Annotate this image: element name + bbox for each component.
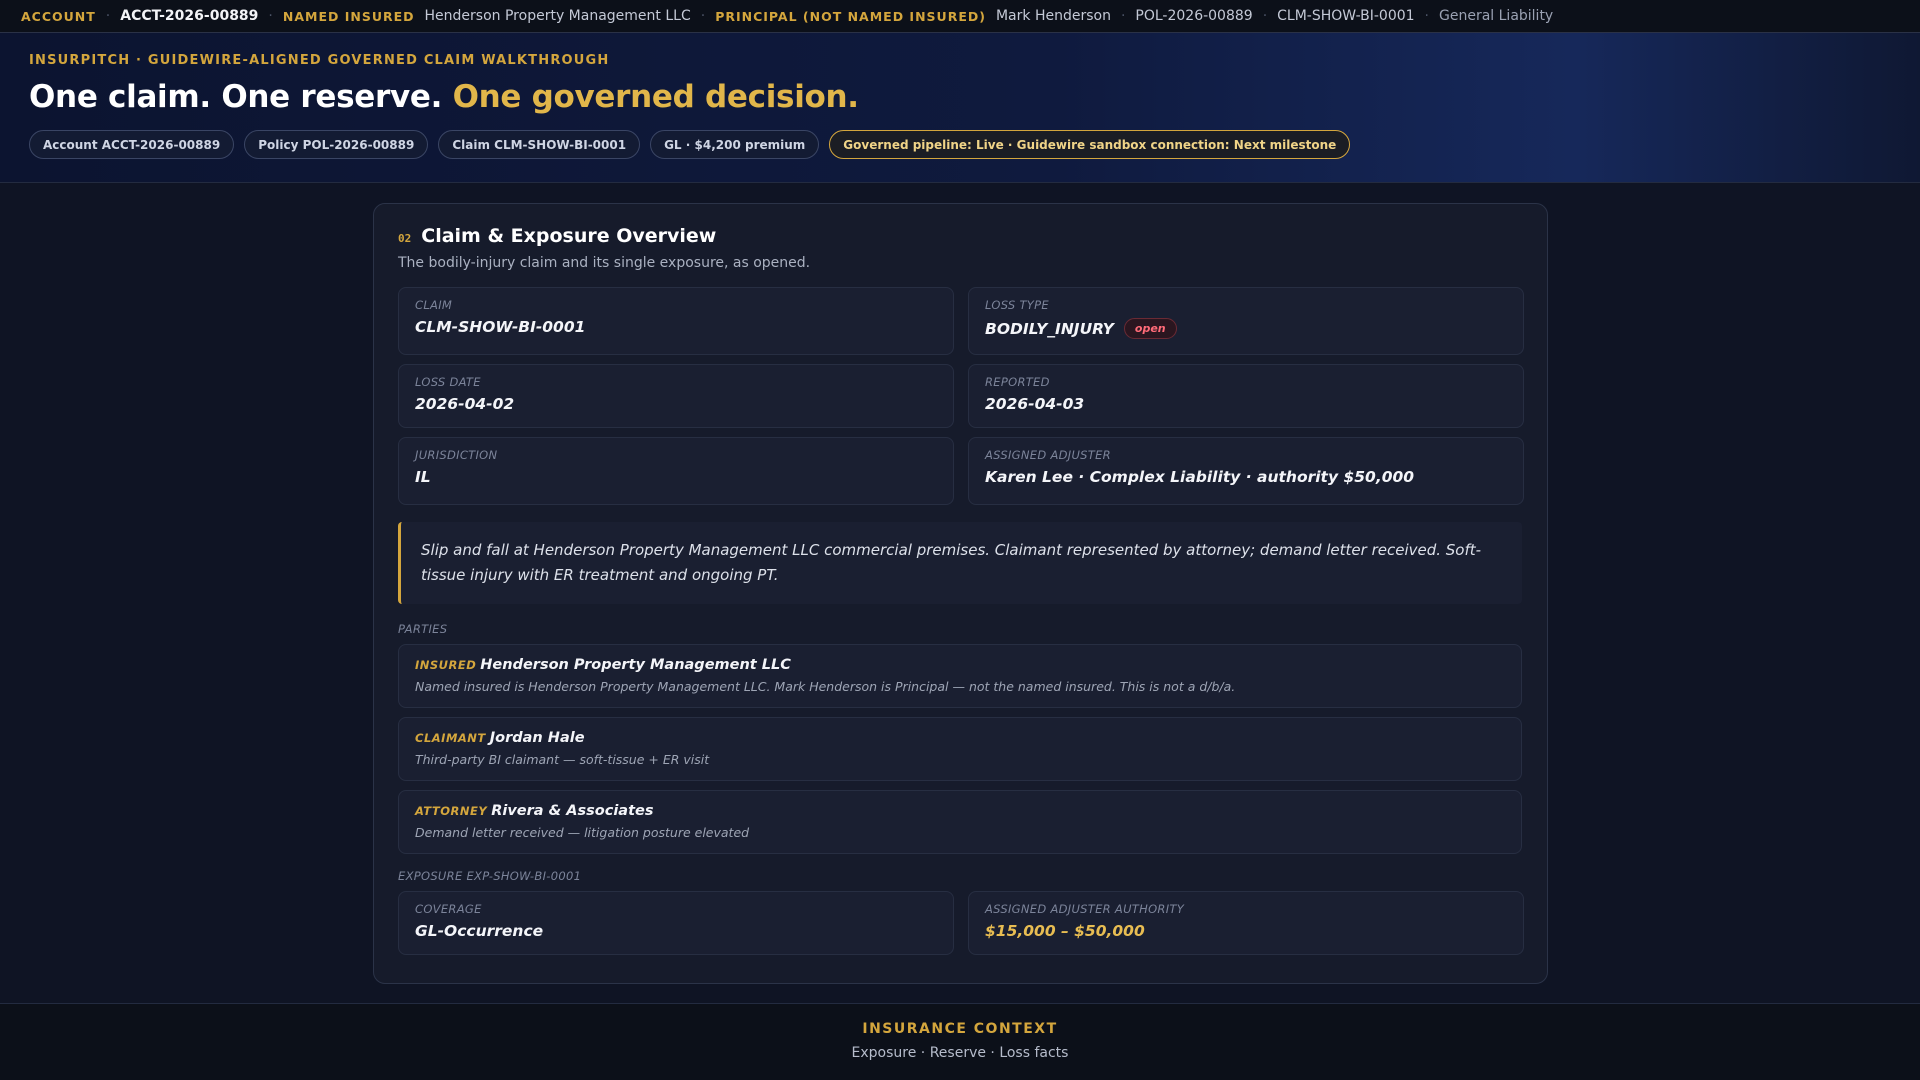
party-description: Named insured is Henderson Property Mana… (415, 679, 1236, 694)
main-content: 02 Claim & Exposure Overview The bodily-… (0, 183, 1920, 1003)
party-attorney: ATTORNEY Rivera & Associates Demand lette… (398, 790, 1522, 854)
hero-banner: INSURPITCH · GUIDEWIRE-ALIGNED GOVERNED … (0, 33, 1920, 183)
policy-number: POL-2026-00889 (1135, 8, 1253, 24)
field-label: REPORTED (985, 375, 1050, 389)
field-value: Karen Lee · Complex Liability · authorit… (985, 468, 1507, 486)
context-chips: Account ACCT-2026-00889 Policy POL-2026-… (29, 130, 1891, 159)
party-line: CLAIMANT Jordan Hale (415, 730, 1505, 746)
field-label: LOSS DATE (415, 375, 481, 389)
account-label: ACCOUNT (21, 8, 96, 24)
field-value: GL-Occurrence (415, 922, 937, 940)
party-claimant: CLAIMANT Jordan Hale Third-party BI claim… (398, 717, 1522, 781)
claim-id: CLM-SHOW-BI-0001 (415, 318, 586, 336)
party-role: ATTORNEY (415, 804, 488, 818)
party-line: INSURED Henderson Property Management LLC (415, 657, 1505, 673)
authority-value: $15,000 – $50,000 (985, 922, 1145, 940)
principal-value: Mark Henderson (995, 8, 1111, 24)
hero-eyebrow: INSURPITCH · GUIDEWIRE-ALIGNED GOVERNED … (29, 53, 610, 68)
field-label: ASSIGNED ADJUSTER (985, 448, 1111, 462)
named-insured-value: Henderson Property Management LLC (424, 8, 691, 24)
reported-value: 2026-04-03 (985, 395, 1085, 413)
title-main: One claim. One reserve. (29, 79, 443, 115)
loss-summary: Slip and fall at Henderson Property Mana… (398, 522, 1522, 604)
title-accent: One governed decision. (452, 79, 859, 115)
claim-overview-card: 02 Claim & Exposure Overview The bodily-… (373, 203, 1548, 984)
field-value: IL (415, 468, 937, 486)
field-label: LOSS TYPE (985, 298, 1049, 312)
party-description: Third-party BI claimant — soft-tissue + … (415, 752, 710, 767)
party-line: ATTORNEY Rivera & Associates (415, 803, 1505, 819)
party-name: Jordan Hale (489, 730, 585, 746)
claim-number: CLM-SHOW-BI-0001 (1277, 8, 1415, 24)
footer-subtitle: Exposure · Reserve · Loss facts (851, 1045, 1069, 1061)
chip-policy: Policy POL-2026-00889 (244, 130, 429, 159)
section-subtitle: The bodily-injury claim and its single e… (398, 255, 811, 271)
claim-field: CLAIM CLM-SHOW-BI-0001 (398, 287, 954, 355)
adjuster-value: Karen Lee · Complex Liability · authorit… (985, 468, 1415, 486)
loss-date-field: LOSS DATE 2026-04-02 (398, 364, 954, 428)
chip-claim: Claim CLM-SHOW-BI-0001 (438, 130, 641, 159)
section-title: Claim & Exposure Overview (421, 225, 717, 247)
exposure-grid: COVERAGE GL-Occurrence ASSIGNED ADJUSTER… (398, 891, 1524, 964)
page-title: One claim. One reserve. One governed dec… (29, 79, 1891, 115)
authority-field: ASSIGNED ADJUSTER AUTHORITY $15,000 – $5… (968, 891, 1524, 955)
line-of-business: General Liability (1439, 8, 1554, 24)
loss-type-value: BODILY_INJURY (985, 319, 1114, 338)
coverage-value: GL-Occurrence (415, 922, 544, 940)
field-value: CLM-SHOW-BI-0001 (415, 318, 937, 336)
coverage-field: COVERAGE GL-Occurrence (398, 891, 954, 955)
account-value: ACCT-2026-00889 (120, 8, 259, 24)
parties-label: PARTIES (398, 622, 448, 636)
footer-title: INSURANCE CONTEXT (862, 1021, 1058, 1037)
chip-premium: GL · $4,200 premium (650, 130, 820, 159)
field-label: JURISDICTION (415, 448, 498, 462)
field-label: ASSIGNED ADJUSTER AUTHORITY (985, 902, 1185, 916)
principal-label: PRINCIPAL (NOT NAMED INSURED) (715, 8, 986, 24)
named-insured-label: NAMED INSURED (282, 8, 415, 24)
field-label: CLAIM (415, 298, 453, 312)
section-number: 02 (398, 232, 412, 245)
exposure-label: EXPOSURE EXP-SHOW-BI-0001 (398, 869, 582, 883)
party-name: Henderson Property Management LLC (480, 657, 791, 673)
chip-account: Account ACCT-2026-00889 (29, 130, 235, 159)
field-value: BODILY_INJURY open (985, 318, 1507, 339)
party-insured: INSURED Henderson Property Management LLC… (398, 644, 1522, 708)
chip-pipeline-status: Governed pipeline: Live · Guidewire sand… (829, 130, 1351, 159)
field-value: 2026-04-03 (985, 395, 1507, 413)
loss-date-value: 2026-04-02 (415, 395, 515, 413)
party-name: Rivera & Associates (491, 803, 654, 819)
context-bar: ACCOUNT · ACCT-2026-00889 · NAMED INSURE… (0, 0, 1920, 33)
party-role: CLAIMANT (415, 731, 486, 745)
loss-type-field: LOSS TYPE BODILY_INJURY open (968, 287, 1524, 355)
field-label: COVERAGE (415, 902, 482, 916)
field-value: $15,000 – $50,000 (985, 922, 1507, 940)
status-badge: open (1123, 318, 1177, 339)
field-value: 2026-04-02 (415, 395, 937, 413)
adjuster-field: ASSIGNED ADJUSTER Karen Lee · Complex Li… (968, 437, 1524, 505)
jurisdiction-value: IL (415, 468, 431, 486)
party-description: Demand letter received — litigation post… (415, 825, 750, 840)
claim-fields-grid: CLAIM CLM-SHOW-BI-0001 LOSS TYPE BODILY_… (398, 287, 1524, 514)
party-role: INSURED (415, 658, 477, 672)
reported-field: REPORTED 2026-04-03 (968, 364, 1524, 428)
footer: INSURANCE CONTEXT Exposure · Reserve · L… (0, 1003, 1920, 1080)
card-header: 02 Claim & Exposure Overview (398, 225, 1522, 247)
jurisdiction-field: JURISDICTION IL (398, 437, 954, 505)
